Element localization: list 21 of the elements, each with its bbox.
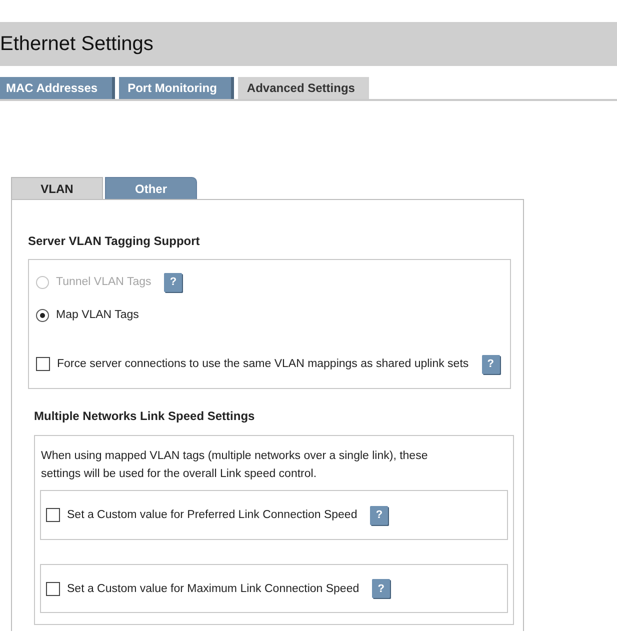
tab[interactable]: MAC Addresses: [0, 77, 115, 99]
page-title: Ethernet Settings: [0, 32, 154, 56]
section-heading: Server VLAN Tagging Support: [28, 233, 201, 249]
help-button[interactable]: ?: [372, 579, 390, 598]
tab[interactable]: Advanced Settings: [238, 77, 369, 99]
tab[interactable]: Other: [105, 177, 197, 199]
option-label: Map VLAN Tags: [56, 309, 139, 321]
tab[interactable]: VLAN: [11, 177, 103, 199]
checkbox[interactable]: [46, 582, 60, 596]
checkbox-label: Set a Custom value for Maximum Link Connection Speed: [67, 582, 360, 594]
help-button[interactable]: ?: [370, 506, 388, 524]
section-heading: Multiple Networks Link Speed Settings: [34, 408, 256, 424]
help-button[interactable]: ?: [482, 354, 500, 374]
tab[interactable]: Port Monitoring: [118, 77, 234, 99]
checkbox[interactable]: [36, 357, 50, 371]
option-label: Tunnel VLAN Tags: [56, 276, 152, 288]
checkbox-label: Set a Custom value for Preferred Link Connection Speed: [67, 509, 358, 521]
checkbox-label: Force server connections to use the same VLAN mappings as shared uplink sets: [57, 358, 469, 370]
description-text: When using mapped VLAN tags (multiple networks over a single link), these settings will be used for the overall Link speed control.: [41, 449, 429, 482]
checkbox[interactable]: [46, 508, 60, 522]
radio-button[interactable]: [36, 308, 49, 322]
